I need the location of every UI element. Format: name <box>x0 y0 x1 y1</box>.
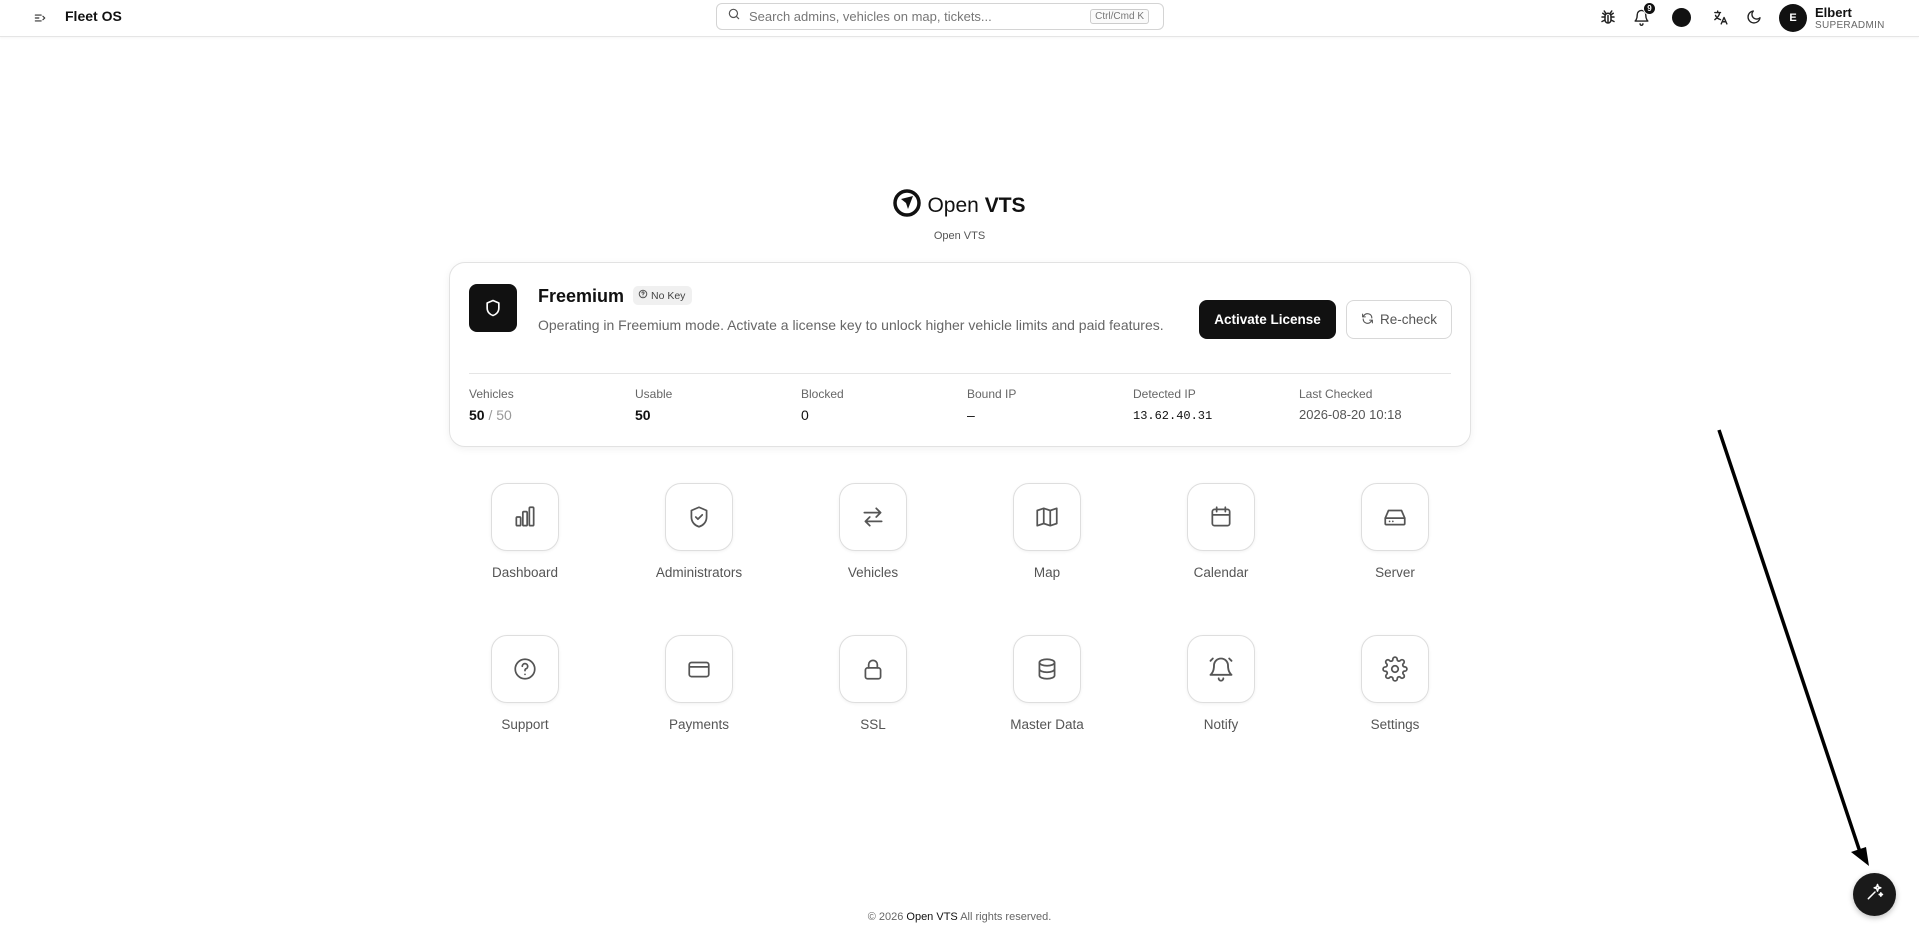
stat-value: 50 <box>635 407 651 423</box>
card-divider <box>469 373 1451 374</box>
moon-icon[interactable] <box>1743 6 1765 28</box>
app-tile-server[interactable]: Server <box>1335 483 1455 580</box>
product-logo: Open VTS <box>0 189 1919 222</box>
tile-label: Map <box>1033 565 1061 580</box>
avatar: E <box>1779 4 1807 32</box>
gear-icon <box>1361 635 1429 703</box>
plan-description: Operating in Freemium mode. Activate a l… <box>538 317 1164 333</box>
tile-label: Dashboard <box>491 565 559 580</box>
app-brand[interactable]: Fleet OS <box>65 8 122 24</box>
top-bar: Fleet OS Ctrl/Cmd K 9 E Elbert SUPERADMI… <box>0 0 1919 37</box>
app-tile-notify[interactable]: Notify <box>1161 635 1281 732</box>
tile-label: SSL <box>860 717 886 732</box>
footer-brand: Open VTS <box>906 911 958 923</box>
map-icon <box>1013 483 1081 551</box>
lock-icon <box>839 635 907 703</box>
stat-detected-ip: Detected IP 13.62.40.31 <box>1133 387 1293 423</box>
app-tile-calendar[interactable]: Calendar <box>1161 483 1281 580</box>
hard-drive-icon <box>1361 483 1429 551</box>
tile-label: Administrators <box>655 565 743 580</box>
badge-label: No Key <box>651 289 686 302</box>
user-name: Elbert <box>1815 4 1852 20</box>
app-tile-administrators[interactable]: Administrators <box>639 483 759 580</box>
stat-label: Detected IP <box>1133 387 1196 401</box>
activate-license-button[interactable]: Activate License <box>1199 300 1336 339</box>
bell-icon[interactable]: 9 <box>1630 2 1656 28</box>
shield-icon <box>469 284 517 332</box>
stat-value: – <box>967 407 975 423</box>
sidebar-toggle-icon[interactable] <box>30 8 50 28</box>
database-icon <box>1013 635 1081 703</box>
stat-usable: Usable 50 <box>635 387 795 423</box>
search-icon <box>727 7 741 26</box>
stat-label: Last Checked <box>1299 387 1373 401</box>
translate-icon[interactable] <box>1709 6 1731 28</box>
app-tile-settings[interactable]: Settings <box>1335 635 1455 732</box>
stat-value: 50 / 50 <box>469 407 512 423</box>
plan-title: Freemium <box>538 286 625 306</box>
notification-count-badge: 9 <box>1643 2 1656 15</box>
annotation-arrow <box>1717 429 1869 866</box>
app-tile-dashboard[interactable]: Dashboard <box>465 483 585 580</box>
tile-label: Master Data <box>1010 717 1084 732</box>
license-card: Freemium No Key Operating in Freemium mo… <box>449 262 1471 447</box>
logo-wordmark: Open VTS <box>927 193 1026 217</box>
calendar-icon <box>1187 483 1255 551</box>
app-tile-master-data[interactable]: Master Data <box>987 635 1107 732</box>
app-tile-payments[interactable]: Payments <box>639 635 759 732</box>
stat-value: 2026-08-20 10:18 <box>1299 407 1402 422</box>
help-circle-icon <box>638 289 648 302</box>
stat-bound-ip: Bound IP – <box>967 387 1127 423</box>
stat-value: 0 <box>801 407 809 423</box>
app-tile-map[interactable]: Map <box>987 483 1107 580</box>
tile-label: Notify <box>1203 717 1239 732</box>
stat-blocked: Blocked 0 <box>801 387 961 423</box>
help-circle-icon <box>491 635 559 703</box>
refresh-icon <box>1361 312 1374 328</box>
credit-card-icon <box>665 635 733 703</box>
stat-last-checked: Last Checked 2026-08-20 10:18 <box>1299 387 1459 422</box>
search-input[interactable] <box>749 9 1079 24</box>
stat-label: Blocked <box>801 387 844 401</box>
logo-subtitle: Open VTS <box>933 230 986 242</box>
tile-label: Calendar <box>1193 565 1249 580</box>
user-role: SUPERADMIN <box>1815 19 1885 31</box>
bell-ring-icon <box>1187 635 1255 703</box>
stat-value: 13.62.40.31 <box>1133 409 1213 423</box>
arrows-left-right-icon <box>839 483 907 551</box>
recheck-label: Re-check <box>1379 312 1438 327</box>
app-tile-vehicles[interactable]: Vehicles <box>813 483 933 580</box>
sparkles-icon <box>1865 882 1885 907</box>
user-menu[interactable]: E Elbert SUPERADMIN <box>1779 3 1885 33</box>
app-tile-support[interactable]: Support <box>465 635 585 732</box>
open-vts-logo-icon <box>893 189 922 222</box>
ai-assistant-button[interactable] <box>1853 873 1896 916</box>
stat-label: Bound IP <box>967 387 1017 401</box>
global-search[interactable]: Ctrl/Cmd K <box>716 3 1164 30</box>
tile-label: Payments <box>668 717 730 732</box>
theme-color-dot[interactable] <box>1670 6 1692 28</box>
tile-label: Server <box>1375 565 1415 580</box>
bug-icon[interactable] <box>1597 6 1619 28</box>
search-shortcut-hint: Ctrl/Cmd K <box>1090 9 1149 24</box>
stat-vehicles: Vehicles 50 / 50 <box>469 387 629 423</box>
license-status-badge: No Key <box>633 286 693 305</box>
stat-label: Usable <box>635 387 673 401</box>
app-tile-ssl[interactable]: SSL <box>813 635 933 732</box>
tile-label: Support <box>501 717 549 732</box>
shield-check-icon <box>665 483 733 551</box>
recheck-button[interactable]: Re-check <box>1346 300 1452 339</box>
page-footer: © 2026 Open VTS All rights reserved. <box>867 911 1052 923</box>
bar-chart-icon <box>491 483 559 551</box>
tile-label: Settings <box>1370 717 1420 732</box>
tile-label: Vehicles <box>847 565 899 580</box>
stat-label: Vehicles <box>469 387 514 401</box>
